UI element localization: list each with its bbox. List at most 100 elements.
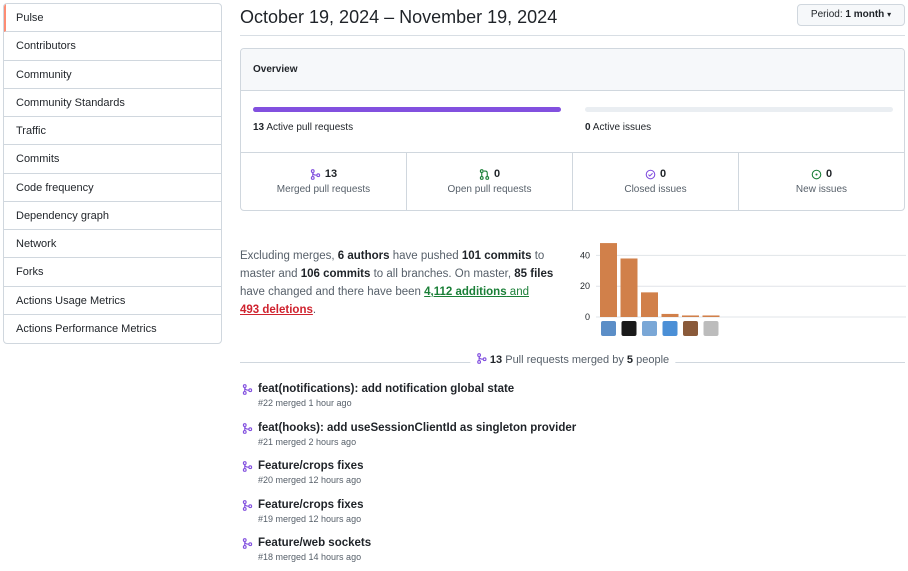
chart-bar[interactable] xyxy=(682,315,699,317)
new-issues-count: 0 xyxy=(825,168,833,180)
sidebar-item-traffic[interactable]: Traffic xyxy=(4,117,221,146)
open-prs-label: Open pull requests xyxy=(447,184,532,195)
commit-summary: Excluding merges, 6 authors have pushed … xyxy=(240,247,558,319)
summary-files: 85 files xyxy=(514,268,554,280)
pr-list-item: Feature/crops fixes #20 merged 12 hours … xyxy=(242,460,842,485)
sidebar-item-community[interactable]: Community xyxy=(4,61,221,89)
merged-prs-heading: 13 Pull requests merged by 5 people xyxy=(469,353,676,366)
sidebar-item-commits[interactable]: Commits xyxy=(4,145,221,174)
chart-bar[interactable] xyxy=(641,292,658,317)
pr-meta: #19 merged 12 hours ago xyxy=(258,514,362,524)
sidebar-item-actions-performance-metrics[interactable]: Actions Performance Metrics xyxy=(4,315,221,343)
active-issues-summary[interactable]: 0 Active issues xyxy=(585,122,651,133)
summary-authors: 6 authors xyxy=(337,250,390,262)
sidebar-item-community-standards[interactable]: Community Standards xyxy=(4,89,221,117)
summary-text-5: have changed and there have been xyxy=(240,286,425,298)
stat-merged-prs[interactable]: 13 Merged pull requests xyxy=(241,153,407,210)
additions-link[interactable]: 4,112 additions and xyxy=(424,286,529,298)
sidebar-item-code-frequency[interactable]: Code frequency xyxy=(4,174,221,202)
stat-new-issues[interactable]: 0 New issues xyxy=(739,153,904,210)
contributor-avatar[interactable] xyxy=(621,321,637,336)
insights-sidebar: Pulse Contributors Community Community S… xyxy=(3,3,222,344)
contributor-avatar[interactable] xyxy=(601,321,616,336)
merged-prs-count: 13 xyxy=(324,168,338,180)
active-prs-summary[interactable]: 13 Active pull requests xyxy=(253,122,353,133)
summary-text-2: have pushed xyxy=(389,250,462,262)
summary-text-1: Excluding merges, xyxy=(240,250,338,262)
sidebar-item-dependency-graph[interactable]: Dependency graph xyxy=(4,202,221,230)
sidebar-item-pulse[interactable]: Pulse xyxy=(4,4,221,33)
active-prs-label: Active pull requests xyxy=(266,122,354,133)
contributors-bar-chart: 0 20 40 xyxy=(580,243,906,336)
contributor-avatar[interactable] xyxy=(642,321,657,336)
pr-title: Feature/web sockets xyxy=(258,537,372,549)
new-issues-label: New issues xyxy=(795,184,848,195)
sidebar-item-network[interactable]: Network xyxy=(4,230,221,259)
pr-meta: #18 merged 14 hours ago xyxy=(258,552,362,562)
summary-all-commits: 106 commits xyxy=(300,268,371,280)
pr-title-link[interactable]: Feature/web sockets xyxy=(242,537,842,549)
chart-bar[interactable] xyxy=(661,313,679,317)
git-merge-icon xyxy=(242,423,253,434)
git-merge-icon xyxy=(476,353,487,364)
header-divider xyxy=(240,35,905,36)
issue-opened-icon xyxy=(811,169,822,179)
active-issues-count: 0 xyxy=(585,122,591,133)
chart-bar[interactable] xyxy=(620,258,638,317)
open-prs-count: 0 xyxy=(493,168,501,180)
period-dropdown-button[interactable]: Period: 1 month ▾ xyxy=(797,4,905,26)
pr-meta: #21 merged 2 hours ago xyxy=(258,437,357,447)
stat-open-prs[interactable]: 0 Open pull requests xyxy=(407,153,573,210)
active-issues-label: Active issues xyxy=(592,122,652,133)
git-merge-icon xyxy=(242,538,253,549)
overview-stats: 13 Merged pull requests 0 Open pull requ… xyxy=(241,152,904,210)
active-issues-bar xyxy=(585,107,893,112)
pr-title-link[interactable]: feat(notifications): add notification gl… xyxy=(242,383,842,395)
contributor-avatar[interactable] xyxy=(662,321,678,336)
merged-prs-label: Merged pull requests xyxy=(276,184,371,195)
pr-list-item: Feature/crops fixes #19 merged 12 hours … xyxy=(242,499,842,524)
merged-prs-text: Pull requests merged by xyxy=(505,354,624,366)
overview-box: Overview 13 Active pull requests 0 Activ… xyxy=(240,48,905,211)
pr-title: feat(notifications): add notification gl… xyxy=(258,383,515,395)
y-tick-label: 0 xyxy=(585,312,590,322)
closed-issues-count: 0 xyxy=(659,168,667,180)
issue-closed-icon xyxy=(645,169,656,179)
stat-closed-issues[interactable]: 0 Closed issues xyxy=(573,153,739,210)
sidebar-item-actions-usage-metrics[interactable]: Actions Usage Metrics xyxy=(4,287,221,315)
y-tick-label: 20 xyxy=(580,281,590,291)
deletions-link[interactable]: 493 deletions xyxy=(240,304,313,316)
closed-issues-label: Closed issues xyxy=(624,184,687,195)
pr-list-item: feat(notifications): add notification gl… xyxy=(242,383,842,408)
pr-title-link[interactable]: Feature/crops fixes xyxy=(242,499,842,511)
period-value: 1 month xyxy=(845,9,885,20)
summary-text-4: to all branches. On master, xyxy=(370,268,515,280)
summary-deletions: 493 deletions xyxy=(240,304,313,316)
sidebar-item-contributors[interactable]: Contributors xyxy=(4,32,221,61)
pr-list-item: Feature/web sockets #18 merged 14 hours … xyxy=(242,537,842,562)
pr-title-link[interactable]: Feature/crops fixes xyxy=(242,460,842,472)
merged-people-label: people xyxy=(636,354,670,366)
pr-list-item: feat(hooks): add useSessionClientId as s… xyxy=(242,422,842,447)
contributor-avatar[interactable] xyxy=(703,321,719,336)
pr-meta: #22 merged 1 hour ago xyxy=(258,398,352,408)
pr-title: Feature/crops fixes xyxy=(258,499,364,511)
active-prs-bar-fill xyxy=(253,107,561,112)
summary-text-6: and xyxy=(506,286,529,298)
sidebar-item-forks[interactable]: Forks xyxy=(4,258,221,287)
chart-bar[interactable] xyxy=(702,315,720,317)
merged-people-count: 5 xyxy=(626,354,634,366)
caret-down-icon: ▾ xyxy=(887,10,892,19)
period-label: Period: xyxy=(810,9,843,20)
active-prs-count: 13 xyxy=(253,122,265,133)
git-merge-icon xyxy=(242,461,253,472)
chart-bar[interactable] xyxy=(600,243,617,317)
overview-title: Overview xyxy=(241,49,904,91)
page-title: October 19, 2024 – November 19, 2024 xyxy=(240,7,558,27)
pr-title: feat(hooks): add useSessionClientId as s… xyxy=(258,422,577,434)
pr-title-link[interactable]: feat(hooks): add useSessionClientId as s… xyxy=(242,422,842,434)
contributor-avatar[interactable] xyxy=(683,321,698,336)
pr-title: Feature/crops fixes xyxy=(258,460,364,472)
summary-additions: 4,112 additions xyxy=(424,286,507,298)
merged-prs-count-heading: 13 xyxy=(489,354,503,366)
